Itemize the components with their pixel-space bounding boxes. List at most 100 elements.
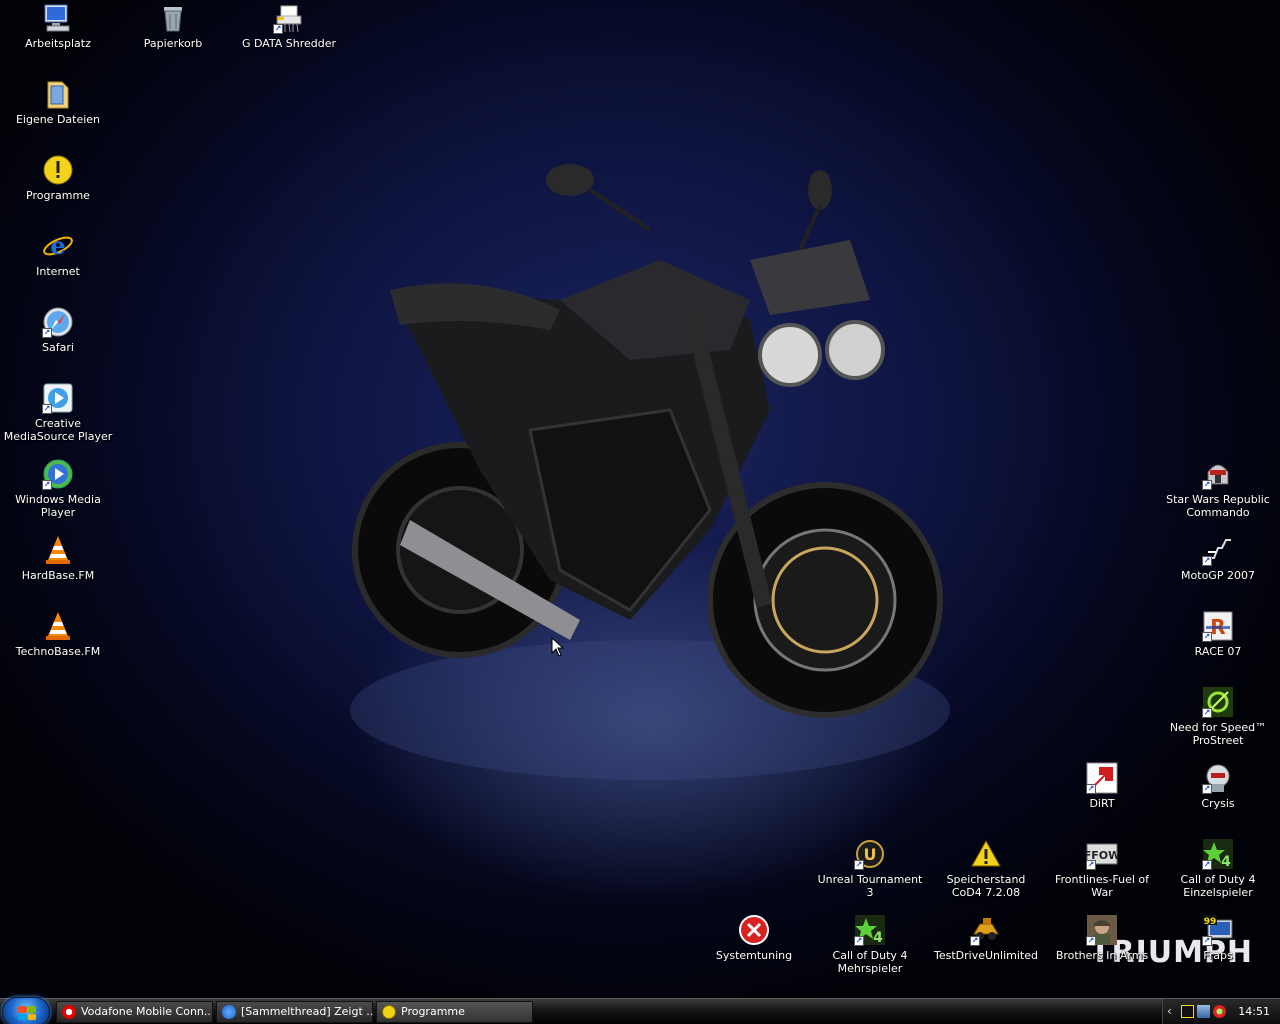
desktop-icon-brothers-in-arms[interactable]: ↗ Brothers In Arms [1044,914,1160,962]
shortcut-arrow-icon: ↗ [1086,936,1096,946]
mouse-cursor-icon [551,637,565,657]
shortcut-arrow-icon: ↗ [42,404,52,414]
desktop-icon-papierkorb[interactable]: Papierkorb [115,2,231,50]
desktop-icon-cod4-mehrspieler[interactable]: 4 ↗ Call of Duty 4 Mehrspieler [812,914,928,975]
desktop-icon-label: RACE 07 [1194,645,1242,658]
shortcut-arrow-icon: ↗ [42,480,52,490]
vlc-cone-icon [42,610,74,642]
clock[interactable]: 14:51 [1238,1005,1270,1018]
internet-explorer-icon [222,1005,236,1019]
desktop-icon-label: Windows Media Player [15,493,101,519]
ffow-icon: FFOW ↗ [1086,838,1118,870]
svg-text:4: 4 [1221,854,1231,870]
shortcut-arrow-icon: ↗ [1202,556,1212,566]
shortcut-arrow-icon: ↗ [1202,784,1212,794]
windows-media-player-icon: ↗ [42,458,74,490]
cod4-icon: 4 ↗ [854,914,886,946]
desktop-icon-frontlines[interactable]: FFOW ↗ Frontlines-Fuel of War [1044,838,1160,899]
shortcut-arrow-icon: ↗ [42,328,52,338]
shortcut-arrow-icon: ↗ [1202,632,1212,642]
desktop-icon-label: Programme [26,189,90,202]
desktop-icon-hardbase[interactable]: HardBase.FM [0,534,116,582]
warning-icon [42,154,74,186]
desktop-icon-star-wars-republic-commando[interactable]: ↗ Star Wars Republic Commando [1160,458,1276,519]
desktop-icon-gdata-shredder[interactable]: ↗ G DATA Shredder [231,2,347,50]
windows-logo-icon [18,1006,36,1020]
crysis-icon: ↗ [1202,762,1234,794]
motorcycle-wallpaper [350,164,950,780]
taskbar-button-label: Vodafone Mobile Conn... [81,1005,213,1018]
race-icon: R ↗ [1202,610,1234,642]
svg-text:e: e [50,231,65,260]
taskbar-button-label: [Sammelthread] Zeigt ... [241,1005,373,1018]
desktop-icon-internet[interactable]: e Internet [0,230,116,278]
shortcut-arrow-icon: ↗ [854,936,864,946]
desktop-icon-safari[interactable]: ↗ Safari [0,306,116,354]
desktop-icon-testdriveunlimited[interactable]: ↗ TestDriveUnlimited [928,914,1044,962]
desktop-icon-label: Internet [36,265,80,278]
desktop-icon-label: HardBase.FM [21,569,95,582]
desktop-icon-cod4-einzelspieler[interactable]: 4 ↗ Call of Duty 4 Einzelspieler [1160,838,1276,899]
desktop-icon-label: Arbeitsplatz [25,37,91,50]
vodafone-tray-icon[interactable] [1213,1005,1226,1018]
shredder-icon: ↗ [273,2,305,34]
shortcut-arrow-icon: ↗ [1202,860,1212,870]
error-icon [738,914,770,946]
taskbar: Vodafone Mobile Conn... [Sammelthread] Z… [0,997,1280,1024]
desktop-icon-label: TechnoBase.FM [15,645,101,658]
trooper-helmet-icon: ↗ [1202,458,1234,490]
desktop-icon-label: Star Wars Republic Commando [1166,493,1270,519]
svg-text:99: 99 [1204,917,1217,927]
desktop-icon-label: Safari [42,341,74,354]
tray-expand-button[interactable]: ‹ [1167,1004,1172,1018]
desktop-icon-arbeitsplatz[interactable]: Arbeitsplatz [0,2,116,50]
desktop-icon-crysis[interactable]: ↗ Crysis [1160,762,1276,810]
shortcut-arrow-icon: ↗ [1202,936,1212,946]
desktop-icon-nfs-prostreet[interactable]: ↗ Need for Speed™ ProStreet [1160,686,1276,747]
desktop-icon-programme[interactable]: Programme [0,154,116,202]
desktop-icon-label: DiRT [1089,797,1115,810]
desktop-icon-label: Call of Duty 4 Einzelspieler [1180,873,1256,899]
unreal-icon: U ↗ [854,838,886,870]
desktop-icon-label: Crysis [1201,797,1235,810]
desktop[interactable]: TRIUMPH Arbeitsplatz Papierkorb ↗ G DATA… [0,0,1280,998]
network-tray-icon[interactable] [1197,1005,1210,1018]
desktop-icon-dirt[interactable]: ↗ DiRT [1044,762,1160,810]
desktop-icon-label: Frontlines-Fuel of War [1055,873,1149,899]
shortcut-arrow-icon: ↗ [1086,860,1096,870]
desktop-icon-label: Call of Duty 4 Mehrspieler [832,949,908,975]
start-button[interactable] [2,997,50,1024]
recycle-bin-icon [157,2,189,34]
folder-icon [42,78,74,110]
desktop-icon-technobase[interactable]: TechnoBase.FM [0,610,116,658]
desktop-icon-systemtuning[interactable]: Systemtuning [696,914,812,962]
taskbar-button-vodafone[interactable]: Vodafone Mobile Conn... [56,1001,213,1023]
dirt-icon: ↗ [1086,762,1118,794]
fraps-tray-icon[interactable] [1181,1005,1194,1018]
safari-icon: ↗ [42,306,74,338]
desktop-icon-unreal-tournament-3[interactable]: U ↗ Unreal Tournament 3 [812,838,928,899]
media-player-icon: ↗ [42,382,74,414]
fraps-icon: 99 ↗ [1202,914,1234,946]
desktop-icon-creative-mediasource[interactable]: ↗ Creative MediaSource Player [0,382,116,443]
motogp-icon: ↗ [1202,534,1234,566]
svg-text:U: U [864,845,877,864]
desktop-icon-label: Systemtuning [715,949,793,962]
cod4-icon: 4 ↗ [1202,838,1234,870]
desktop-icon-eigene-dateien[interactable]: Eigene Dateien [0,78,116,126]
desktop-icon-label: Fraps [1203,949,1233,962]
desktop-icon-speicherstand-cod4[interactable]: Speicherstand CoD4 7.2.08 [928,838,1044,899]
desktop-icon-race07[interactable]: R ↗ RACE 07 [1160,610,1276,658]
taskbar-button-programme[interactable]: Programme [376,1001,533,1023]
desktop-icon-label: Papierkorb [143,37,203,50]
desktop-icon-label: Unreal Tournament 3 [817,873,923,899]
desktop-icon-windows-media-player[interactable]: ↗ Windows Media Player [0,458,116,519]
taskbar-button-sammelthread[interactable]: [Sammelthread] Zeigt ... [216,1001,373,1023]
desktop-icon-label: G DATA Shredder [241,37,337,50]
vodafone-icon [62,1005,76,1019]
svg-text:4: 4 [873,930,883,946]
desktop-icon-motogp[interactable]: ↗ MotoGP 2007 [1160,534,1276,582]
computer-icon [42,2,74,34]
desktop-icon-label: TestDriveUnlimited [934,949,1038,962]
desktop-icon-fraps[interactable]: 99 ↗ Fraps [1160,914,1276,962]
